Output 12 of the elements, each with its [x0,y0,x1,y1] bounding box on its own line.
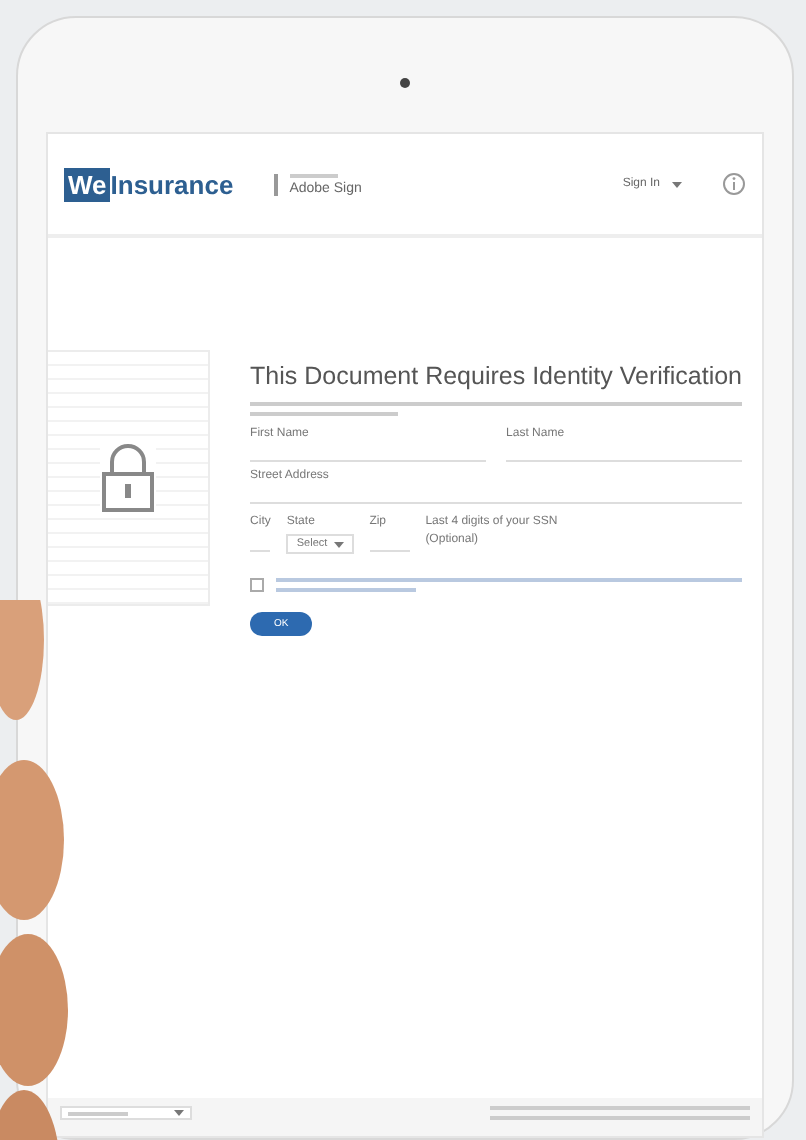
page-title: This Document Requires Identity Verification [250,362,742,390]
text-line-drawing [289,173,338,177]
logo-mark: We [64,167,111,201]
lock-icon [100,444,157,512]
caret-icon [174,1110,184,1116]
info-icon[interactable] [722,172,746,196]
camera-icon [400,78,410,88]
caret-icon [672,181,682,187]
caret-icon [333,541,344,547]
consent-checkbox[interactable] [250,578,265,592]
language-dropdown[interactable] [60,1106,192,1120]
logo-text: Insurance [110,169,234,199]
